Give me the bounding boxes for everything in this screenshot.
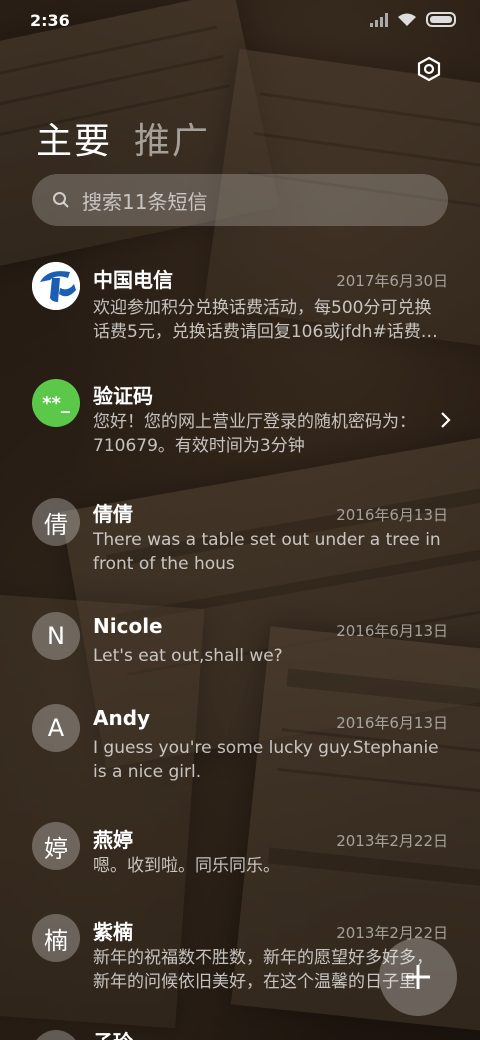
signal-icon: [370, 12, 388, 27]
conversation-item[interactable]: N Nicole 2016年6月13日 Let's eat out,shall …: [0, 602, 480, 692]
contact-name: 燕婷: [93, 828, 133, 852]
message-preview: 嗯。收到啦。同乐同乐。: [93, 856, 280, 876]
message-preview: 欢迎参加积分兑换话费活动，每500分可兑换话费5元，兑换话费请回复106或jfd…: [93, 298, 438, 342]
search-icon: [53, 192, 69, 208]
plus-icon: [406, 965, 430, 989]
contact-name: Nicole: [93, 614, 163, 638]
conversation-item[interactable]: 子玲: [0, 1020, 480, 1040]
message-preview: There was a table set out under a tree i…: [93, 530, 441, 574]
conversation-item[interactable]: 中国电信 2017年6月30日 欢迎参加积分兑换话费活动，每500分可兑换话费5…: [0, 248, 480, 358]
conversation-item[interactable]: **_ 验证码 您好！您的网上营业厅登录的随机密码为：710679。有效时间为3…: [0, 366, 480, 476]
contact-name: Andy: [93, 706, 151, 730]
chevron-right-icon[interactable]: [438, 410, 452, 430]
contact-name: 紫楠: [93, 920, 133, 944]
conversation-item[interactable]: 倩 倩倩 2016年6月13日 There was a table set ou…: [0, 484, 480, 594]
search-placeholder: 搜索11条短信: [82, 189, 208, 214]
message-preview: I guess you're some lucky guy.Stephanie …: [93, 738, 439, 782]
message-date: 2013年2月22日: [336, 832, 448, 850]
contact-name: 倩倩: [93, 502, 133, 526]
avatar: **_: [32, 379, 80, 427]
contact-name: 子玲: [93, 1026, 133, 1040]
message-preview: Let's eat out,shall we?: [93, 646, 283, 666]
message-date: 2017年6月30日: [336, 272, 448, 290]
avatar: A: [32, 704, 80, 752]
message-date: 2016年6月13日: [336, 622, 448, 640]
new-message-button[interactable]: [379, 938, 457, 1016]
tab-promotions[interactable]: 推广: [134, 112, 210, 164]
search-bar[interactable]: 搜索11条短信: [32, 174, 448, 226]
conversation-item[interactable]: A Andy 2016年6月13日 I guess you're some lu…: [0, 694, 480, 804]
status-time: 2:36: [30, 11, 70, 30]
conversation-item[interactable]: 婷 燕婷 2013年2月22日 嗯。收到啦。同乐同乐。: [0, 812, 480, 902]
contact-name: 验证码: [93, 384, 153, 408]
avatar: 楠: [32, 914, 80, 962]
contact-name: 中国电信: [93, 268, 173, 292]
settings-icon[interactable]: [416, 56, 442, 82]
avatar: N: [32, 612, 80, 660]
tab-primary[interactable]: 主要: [36, 112, 112, 164]
battery-icon: [426, 12, 456, 27]
status-bar: 2:36: [0, 0, 480, 40]
message-date: 2016年6月13日: [336, 506, 448, 524]
tab-bar: 主要 推广: [36, 112, 210, 164]
avatar: [32, 262, 80, 310]
wifi-icon: [398, 13, 416, 26]
telecom-logo-icon: [32, 262, 80, 310]
avatar: [32, 1030, 80, 1040]
avatar: 倩: [32, 498, 80, 546]
message-preview: 您好！您的网上营业厅登录的随机密码为：710679。有效时间为3分钟: [93, 412, 416, 456]
message-date: 2016年6月13日: [336, 714, 448, 732]
avatar: 婷: [32, 822, 80, 870]
